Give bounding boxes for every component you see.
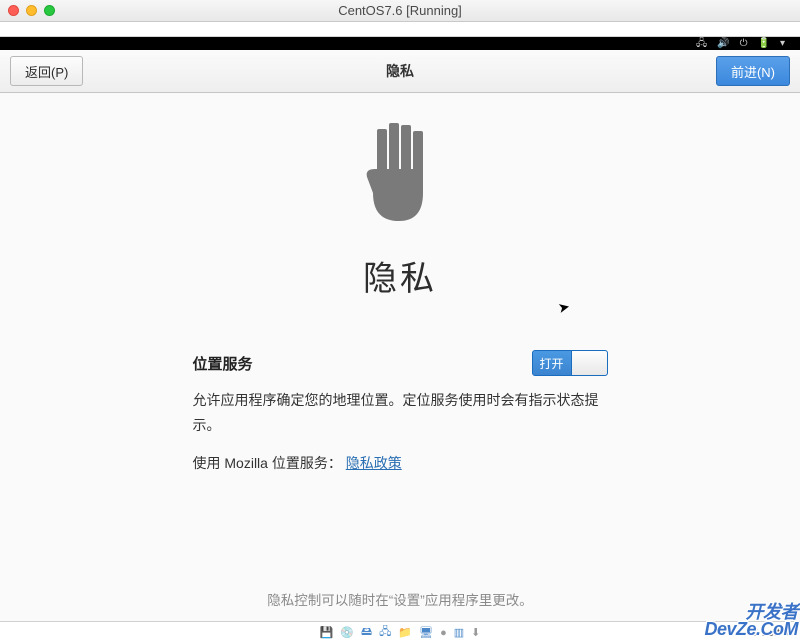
optical-icon[interactable]: 💿 — [340, 626, 354, 639]
switch-knob — [571, 351, 607, 375]
vb-status-icons: 💾 💿 🖴 🖧 📁 🖥 ● ▥ ⬇ — [320, 623, 481, 642]
privacy-policy-link[interactable]: 隐私政策 — [346, 455, 402, 471]
cpu-icon[interactable]: ▥ — [454, 626, 464, 639]
mozilla-prefix: 使用 Mozilla 位置服务： — [193, 455, 346, 471]
network-icon[interactable]: 🖧 — [696, 39, 707, 49]
maximize-button[interactable] — [44, 5, 55, 16]
network-status-icon[interactable]: 🖧 — [379, 623, 391, 642]
forward-button[interactable]: 前进(N) — [716, 56, 790, 86]
privacy-hand-icon — [345, 121, 455, 236]
virtualbox-statusbar: 💾 💿 🖴 🖧 📁 🖥 ● ▥ ⬇ ⌘ Left ⌘ — [0, 621, 800, 643]
mouse-integration-icon[interactable]: ⬇ — [471, 626, 480, 639]
volume-icon[interactable]: 🔊 — [717, 39, 729, 49]
back-button[interactable]: 返回(P) — [10, 56, 83, 86]
page-heading: 隐私 — [363, 251, 437, 300]
setup-content: 隐私 位置服务 打开 允许应用程序确定您的地理位置。定位服务使用时会有指示状态提… — [0, 93, 800, 621]
display-icon[interactable]: 🖥 — [419, 626, 433, 639]
location-services-description: 允许应用程序确定您的地理位置。定位服务使用时会有指示状态提示。 — [193, 388, 608, 437]
recording-icon[interactable]: ● — [440, 627, 447, 639]
forward-button-label: 前进(N) — [731, 62, 775, 81]
usb-icon[interactable]: 🖴 — [361, 623, 372, 642]
mozilla-service-line: 使用 Mozilla 位置服务： 隐私政策 — [193, 453, 608, 473]
power-icon[interactable]: ⏻ — [740, 39, 748, 49]
harddisk-icon[interactable]: 💾 — [320, 626, 334, 639]
shared-folder-icon[interactable]: 📁 — [398, 626, 412, 639]
virtualbox-menubar — [0, 22, 800, 37]
location-services-section: 位置服务 打开 允许应用程序确定您的地理位置。定位服务使用时会有指示状态提示。 … — [193, 350, 608, 473]
switch-on-label: 打开 — [533, 355, 571, 372]
location-services-switch[interactable]: 打开 — [532, 350, 608, 376]
host-key-indicator: ⌘ Left ⌘ — [748, 626, 794, 639]
traffic-lights — [8, 5, 55, 16]
location-services-label: 位置服务 — [193, 353, 253, 374]
setup-headerbar: 返回(P) 隐私 前进(N) — [0, 50, 800, 93]
close-button[interactable] — [8, 5, 19, 16]
dropdown-caret-icon[interactable]: ▾ — [780, 39, 785, 49]
header-title: 隐私 — [0, 61, 800, 81]
location-services-row: 位置服务 打开 — [193, 350, 608, 376]
footer-note: 隐私控制可以随时在“设置”应用程序里更改。 — [0, 589, 800, 609]
back-button-label: 返回(P) — [25, 62, 68, 81]
minimize-button[interactable] — [26, 5, 37, 16]
guest-system-tray: 🖧 🔊 ⏻ 🔋 ▾ — [0, 37, 800, 50]
mouse-cursor-icon: ➤ — [556, 298, 571, 317]
window-title: CentOS7.6 [Running] — [0, 3, 800, 18]
battery-icon[interactable]: 🔋 — [758, 39, 770, 49]
mac-titlebar: CentOS7.6 [Running] — [0, 0, 800, 22]
